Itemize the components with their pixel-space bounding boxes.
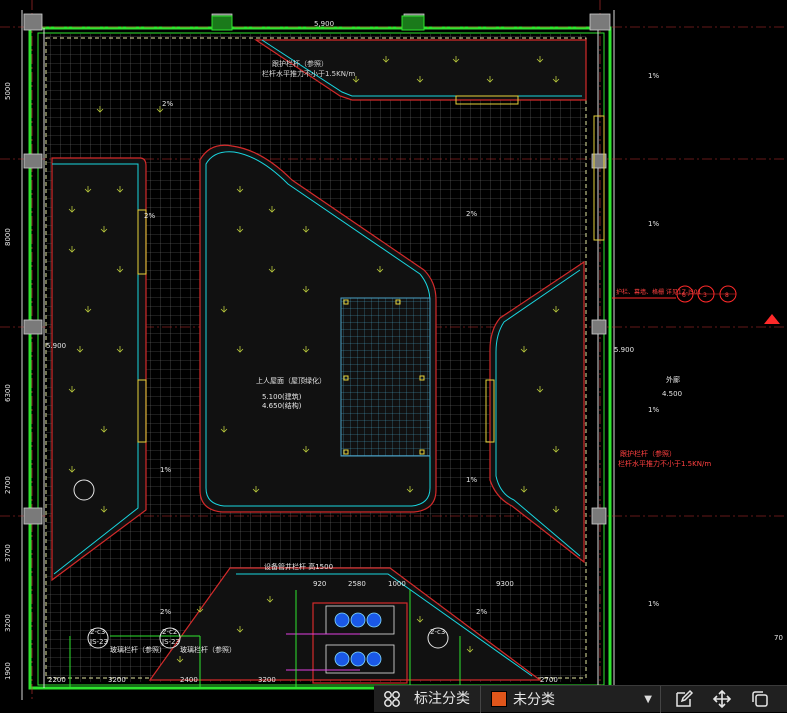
callout-label-3: 2-c3 — [430, 628, 445, 636]
elev-5900: 5.900 — [614, 346, 634, 354]
right-note-4: 外廊 — [666, 375, 680, 384]
right-note-3: 4.500 — [662, 390, 682, 398]
top-note-2: 栏杆水平推力不小于1.5KN/m — [262, 69, 355, 78]
cad-drawing-canvas[interactable]: 5,900 跟护栏杆（参照） 栏杆水平推力不小于1.5KN/m 上人屋面（屋顶绿… — [0, 0, 787, 712]
left-dim-2: 8000 — [4, 228, 12, 246]
lower-note-1: 玻璃栏杆（参照） — [110, 645, 166, 654]
slope-label-3: 1% — [466, 476, 477, 484]
classify-label: 标注分类 — [410, 685, 481, 713]
left-dim-7: 1900 — [4, 662, 12, 680]
category-value: 未分类 — [513, 692, 555, 708]
callout-label-2: 2-c2 — [162, 628, 177, 636]
plaza-note-3: 4.650(结构) — [262, 401, 302, 410]
lower-dim-2: 2580 — [348, 580, 366, 588]
lower-dim-1: 920 — [313, 580, 326, 588]
lower-dim-4: 9300 — [496, 580, 514, 588]
bottom-dim-3: 2400 — [180, 676, 198, 684]
left-dim-3: 6300 — [4, 384, 12, 402]
callout-sub-2: JS-23 — [161, 638, 180, 646]
slope-label-4: 1% — [648, 72, 659, 80]
elev-marker — [764, 314, 780, 324]
slope-label-5: 1% — [648, 220, 659, 228]
right-note-2: 栏杆水平推力不小于1.5KN/m — [618, 459, 711, 468]
right-note-1: 跟护栏杆（参照） — [620, 449, 676, 458]
slope-label-10: 2% — [160, 608, 171, 616]
slope-label-7: 1% — [648, 600, 659, 608]
ref-circle-3: 8 — [725, 292, 729, 299]
chevron-down-icon: ▼ — [644, 693, 652, 705]
slope-label-8: 2% — [162, 100, 173, 108]
left-elev: 5.900 — [46, 342, 66, 350]
bottom-dim-8: 2700 — [540, 676, 558, 684]
slope-label-6: 1% — [648, 406, 659, 414]
slope-label-11: 2% — [476, 608, 487, 616]
annotation-toolbar: 标注分类 未分类 ▼ — [374, 685, 787, 713]
slope-label-2: 1% — [160, 466, 171, 474]
top-note-1: 跟护栏杆（参照） — [272, 59, 328, 68]
move-icon[interactable] — [703, 686, 741, 713]
category-dropdown[interactable]: 未分类 ▼ — [481, 685, 661, 713]
lower-note-2: 玻璃栏杆（参照） — [180, 645, 236, 654]
mid-ref-note: 护栏、幕墙、格栅 详见1Z-JS01 — [616, 288, 702, 296]
lower-label: 设备管井栏杆 高1500 — [264, 562, 333, 571]
lower-dim-3: 1000 — [388, 580, 406, 588]
slope-label-9: 2% — [466, 210, 477, 218]
copy-icon[interactable] — [741, 686, 779, 713]
bottom-dim-2: 3200 — [108, 676, 126, 684]
left-dim-5: 3700 — [4, 544, 12, 562]
plaza-note-1: 上人屋面（屋顶绿化） — [256, 376, 326, 385]
bottom-dim-1: 2200 — [48, 676, 66, 684]
callout-sub-1: JS-23 — [89, 638, 108, 646]
left-dim-6: 3200 — [4, 614, 12, 632]
left-dim-1: 5000 — [4, 82, 12, 100]
callout-label-1: 2-c3 — [90, 628, 105, 636]
left-dim-4: 2700 — [4, 476, 12, 494]
ref-circle-1: 6 — [682, 292, 686, 299]
category-swatch — [491, 691, 507, 707]
grid-icon[interactable] — [374, 686, 410, 713]
dim-top: 5,900 — [314, 20, 334, 28]
edit-icon[interactable] — [665, 686, 703, 713]
slope-label-1: 2% — [144, 212, 155, 220]
grate-area — [340, 297, 431, 457]
edge-label: 70 — [774, 634, 783, 642]
bottom-dim-5: 3200 — [258, 676, 276, 684]
plaza-note-2: 5.100(建筑) — [262, 392, 302, 401]
ref-circle-2: 3 — [703, 292, 707, 299]
